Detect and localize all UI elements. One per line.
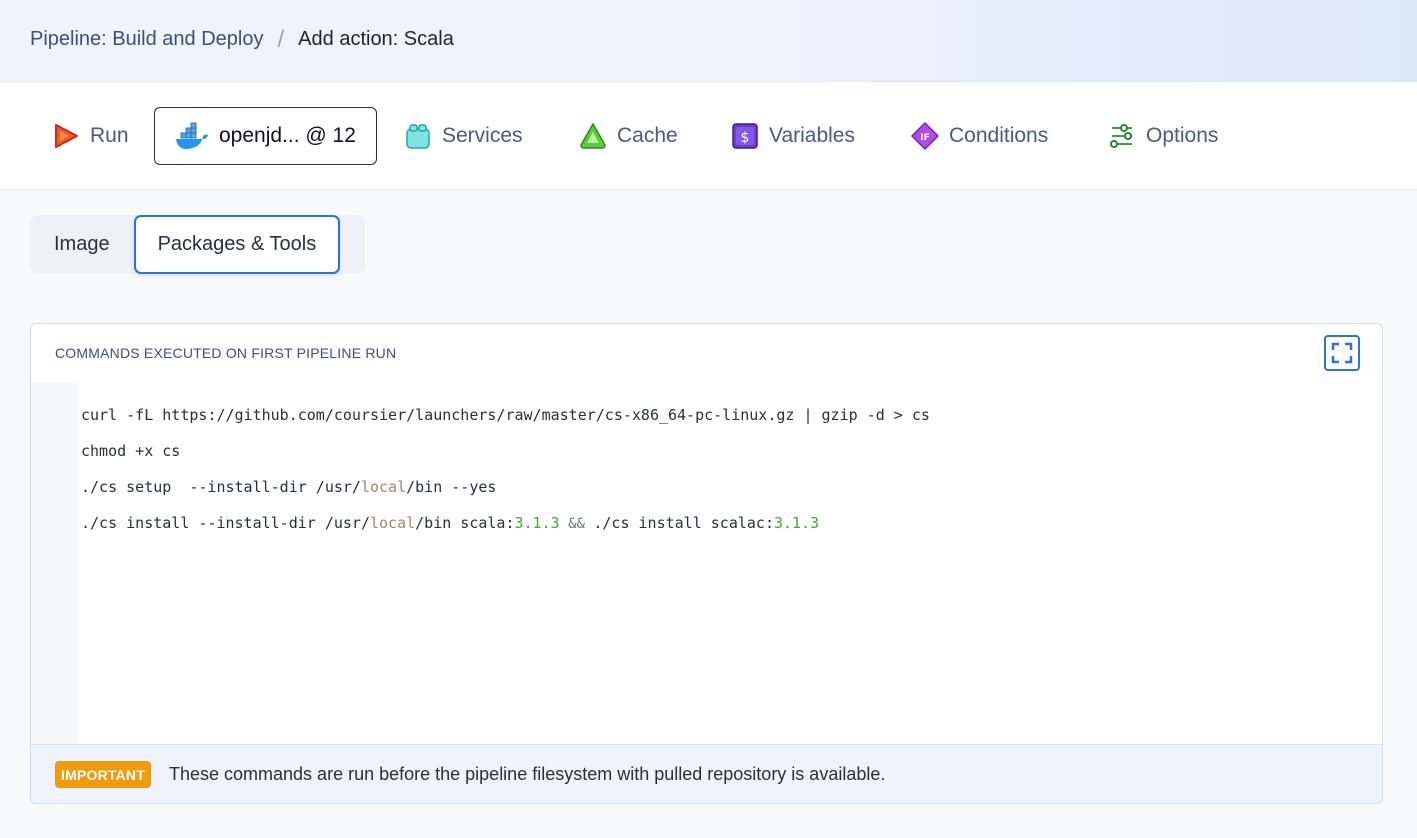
- services-icon: [406, 124, 430, 149]
- tab-label: Services: [442, 124, 523, 147]
- panel-title: COMMANDS EXECUTED ON FIRST PIPELINE RUN: [55, 345, 397, 361]
- action-tabs: Run openjd... @ 12 Services Cache $ Vari…: [0, 82, 1417, 190]
- tab-conditions[interactable]: IF Conditions: [911, 107, 1048, 165]
- options-icon: [1110, 124, 1132, 148]
- tab-label: Options: [1146, 124, 1219, 147]
- expand-icon: [1331, 342, 1353, 364]
- code-line: curl -fL https://github.com/coursier/lau…: [81, 406, 930, 424]
- fullscreen-button[interactable]: [1324, 335, 1360, 371]
- commands-panel: COMMANDS EXECUTED ON FIRST PIPELINE RUN …: [30, 323, 1383, 804]
- tab-label: Variables: [769, 124, 855, 147]
- tab-options[interactable]: Options: [1108, 107, 1218, 165]
- tab-label: openjd... @ 12: [219, 124, 356, 147]
- cache-icon: [580, 123, 606, 149]
- footer-note: These commands are run before the pipeli…: [169, 764, 886, 784]
- code-line: chmod +x cs: [81, 442, 181, 460]
- tab-label: Run: [90, 124, 129, 147]
- tab-cache[interactable]: Cache: [579, 107, 678, 165]
- panel-header: COMMANDS EXECUTED ON FIRST PIPELINE RUN: [31, 324, 1382, 384]
- conditions-icon: IF: [911, 122, 939, 150]
- breadcrumb-pipeline-link[interactable]: Pipeline: Build and Deploy: [30, 28, 264, 51]
- svg-text:$: $: [741, 130, 750, 146]
- important-badge: IMPORTANT: [55, 761, 151, 788]
- editor-gutter: [31, 383, 78, 744]
- breadcrumb-separator: /: [277, 25, 285, 53]
- tab-label: Conditions: [949, 124, 1049, 147]
- breadcrumb: Pipeline: Build and Deploy / Add action:…: [30, 25, 454, 53]
- play-icon: [55, 124, 78, 148]
- panel-footer: IMPORTANT These commands are run before …: [31, 744, 1382, 803]
- svg-text:IF: IF: [920, 133, 930, 143]
- variables-icon: $: [732, 123, 758, 149]
- code-line: ./cs setup --install-dir /usr/local/bin …: [81, 478, 497, 496]
- tab-variables[interactable]: $ Variables: [731, 107, 855, 165]
- top-bar: Pipeline: Build and Deploy / Add action:…: [0, 0, 1417, 82]
- docker-icon: [176, 122, 208, 149]
- tab-services[interactable]: Services: [404, 107, 523, 165]
- code-line: ./cs install --install-dir /usr/local/bi…: [81, 514, 820, 532]
- tab-docker-image[interactable]: openjd... @ 12: [154, 107, 377, 165]
- subtab-image[interactable]: Image: [30, 215, 134, 274]
- image-subtabs: Image Packages & Tools: [30, 215, 365, 274]
- code-editor[interactable]: curl -fL https://github.com/coursier/lau…: [31, 383, 1382, 744]
- tab-label: Cache: [617, 124, 678, 147]
- subtab-packages-tools[interactable]: Packages & Tools: [133, 215, 341, 274]
- tab-run[interactable]: Run: [52, 107, 129, 165]
- code-content: curl -fL https://github.com/coursier/lau…: [81, 404, 930, 548]
- breadcrumb-current: Add action: Scala: [298, 28, 454, 50]
